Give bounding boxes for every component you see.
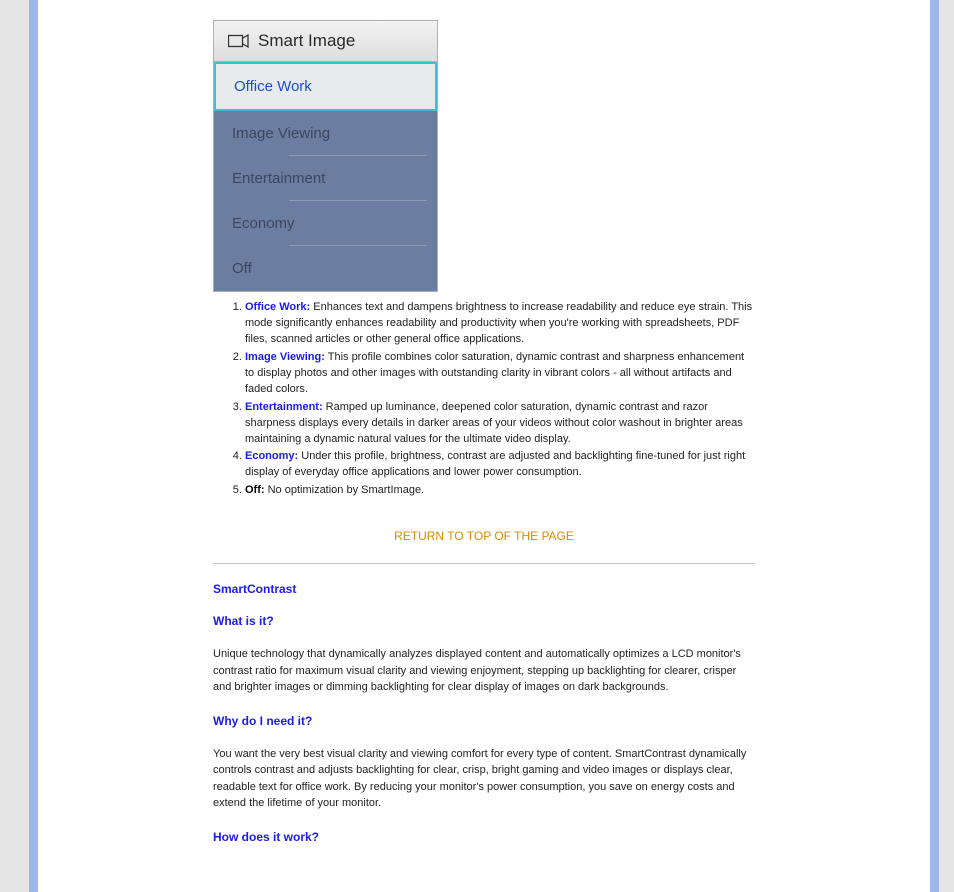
smart-image-header: Smart Image	[214, 21, 437, 62]
smartcontrast-title: SmartContrast	[213, 582, 755, 596]
smart-image-title: Smart Image	[258, 31, 355, 51]
menu-item-office-work[interactable]: Office Work	[214, 62, 437, 111]
smartcontrast-a1: Unique technology that dynamically analy…	[213, 646, 755, 696]
mode-term: Economy:	[245, 450, 298, 462]
content-area: Smart Image Office Work Image Viewing En…	[38, 0, 930, 892]
mode-desc: Enhances text and dampens brightness to …	[245, 301, 752, 345]
smartcontrast-q3: How does it work?	[213, 830, 755, 844]
smartcontrast-q1: What is it?	[213, 614, 755, 628]
mode-term: Off:	[245, 484, 265, 496]
menu-item-economy[interactable]: Economy	[214, 201, 437, 246]
decorative-bar-left	[29, 0, 38, 892]
mode-term: Entertainment:	[245, 401, 323, 413]
mode-desc: No optimization by SmartImage.	[265, 484, 425, 496]
decorative-bar-right	[930, 0, 939, 892]
divider	[213, 563, 755, 564]
page: Smart Image Office Work Image Viewing En…	[0, 0, 954, 892]
list-item: Entertainment: Ramped up luminance, deep…	[245, 400, 755, 448]
mode-description-list: Office Work: Enhances text and dampens b…	[245, 300, 755, 499]
smartcontrast-a2: You want the very best visual clarity an…	[213, 746, 755, 812]
mode-term: Office Work:	[245, 301, 310, 313]
list-item: Office Work: Enhances text and dampens b…	[245, 300, 755, 348]
list-item: Image Viewing: This profile combines col…	[245, 350, 755, 398]
mode-desc: Under this profile, brightness, contrast…	[245, 450, 745, 478]
list-item: Economy: Under this profile, brightness,…	[245, 449, 755, 481]
menu-item-entertainment[interactable]: Entertainment	[214, 156, 437, 201]
smart-image-menu: Smart Image Office Work Image Viewing En…	[213, 20, 438, 292]
smartcontrast-q2: Why do I need it?	[213, 714, 755, 728]
list-item: Off: No optimization by SmartImage.	[245, 483, 755, 499]
menu-item-image-viewing[interactable]: Image Viewing	[214, 111, 437, 156]
smart-image-icon	[228, 33, 250, 49]
menu-item-off[interactable]: Off	[214, 246, 437, 291]
return-to-top-link[interactable]: RETURN TO TOP OF THE PAGE	[213, 529, 755, 543]
mode-term: Image Viewing:	[245, 351, 325, 363]
